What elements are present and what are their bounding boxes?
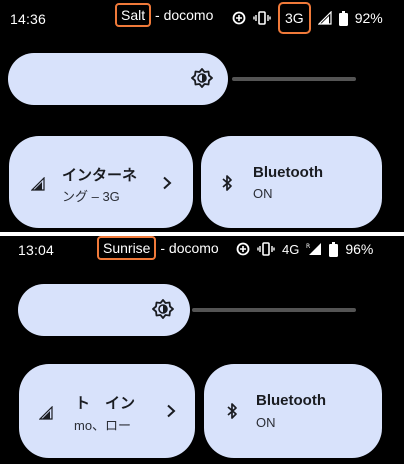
chevron-right-icon[interactable] — [165, 404, 177, 418]
svg-text:R: R — [306, 243, 310, 250]
internet-tile-subtitle: mo、ロー — [74, 418, 132, 433]
internet-tile-subtitle: ング – 3G — [62, 189, 120, 204]
vibrate-icon — [257, 242, 275, 256]
roaming-signal-icon: R — [306, 243, 322, 255]
quick-settings-panel-bottom: 13:04 Sunrise - docomo 4G R 96% ト イン mo、… — [0, 236, 404, 464]
data-saver-icon — [236, 242, 250, 256]
bluetooth-icon — [227, 403, 237, 419]
status-icons: 3G 92% — [232, 2, 383, 34]
carrier-name: Salt - docomo — [115, 3, 213, 27]
network-type-badge: 3G — [278, 2, 311, 34]
bluetooth-tile[interactable]: Bluetooth ON — [204, 364, 382, 458]
network-type-label: 4G — [282, 241, 300, 257]
status-bar: 13:04 Sunrise - docomo 4G R 96% — [0, 236, 404, 272]
chevron-right-icon[interactable] — [161, 176, 173, 190]
internet-tile[interactable]: ト イン mo、ロー — [19, 364, 195, 458]
battery-icon — [338, 10, 348, 26]
battery-icon — [329, 241, 339, 257]
carrier-name: Sunrise - docomo — [97, 236, 219, 260]
signal-icon — [31, 177, 45, 191]
status-time: 14:36 — [10, 11, 47, 27]
battery-percentage: 96% — [345, 241, 374, 257]
carrier-suffix: - docomo — [151, 7, 214, 23]
text-fade — [139, 364, 157, 458]
carrier-highlight: Sunrise — [97, 236, 157, 260]
status-bar: 14:36 Salt - docomo 3G 92% — [0, 0, 404, 36]
signal-icon — [39, 406, 53, 420]
signal-icon — [317, 11, 332, 25]
bluetooth-tile[interactable]: Bluetooth ON — [201, 136, 382, 228]
data-saver-icon — [232, 11, 246, 25]
text-fade — [139, 136, 157, 228]
bluetooth-tile-title: Bluetooth — [253, 164, 323, 181]
brightness-slider-track[interactable] — [192, 308, 356, 312]
vibrate-icon — [253, 11, 271, 25]
quick-settings-panel-top: 14:36 Salt - docomo 3G 92% インターネ ング – 3G… — [0, 0, 404, 232]
battery-percentage: 92% — [354, 10, 383, 26]
bluetooth-icon — [222, 175, 232, 191]
bluetooth-tile-title: Bluetooth — [256, 392, 326, 409]
internet-tile-title: ト イン — [75, 395, 136, 412]
status-time: 13:04 — [18, 242, 55, 258]
internet-tile[interactable]: インターネ ング – 3G — [9, 136, 193, 228]
status-icons: 4G R 96% — [236, 241, 373, 257]
carrier-suffix: - docomo — [156, 240, 219, 256]
carrier-highlight: Salt — [115, 3, 152, 27]
bluetooth-tile-status: ON — [256, 415, 276, 430]
bluetooth-tile-status: ON — [253, 186, 273, 201]
brightness-icon — [152, 299, 174, 319]
brightness-slider-track[interactable] — [232, 77, 356, 81]
brightness-icon — [191, 68, 213, 88]
internet-tile-title: インターネ — [62, 167, 138, 184]
